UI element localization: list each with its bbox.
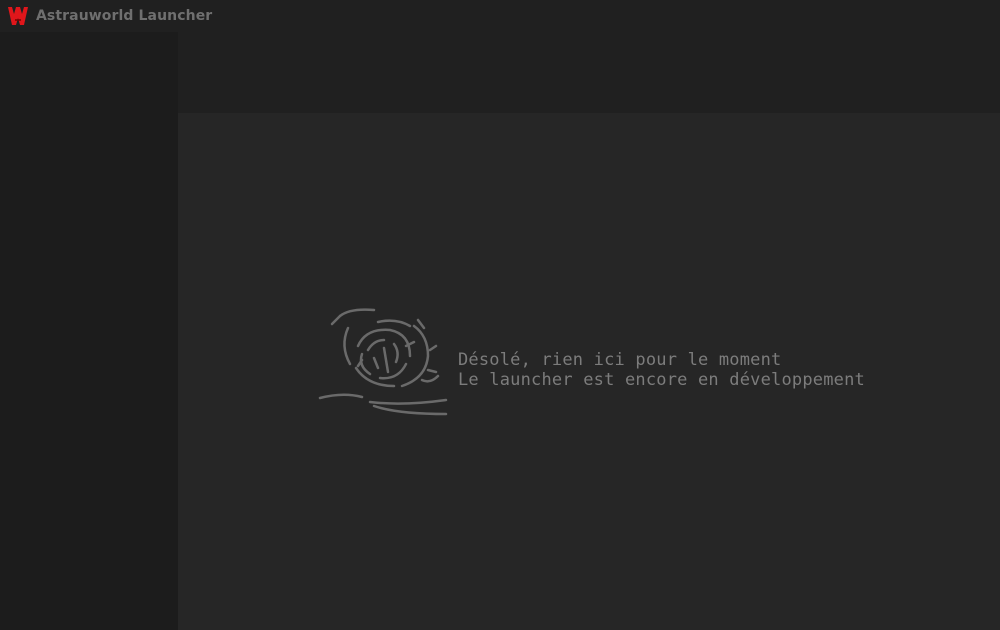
astrauworld-logo-icon xyxy=(6,4,30,28)
title-bar[interactable]: Astrauworld Launcher xyxy=(0,0,1000,32)
top-header-bar xyxy=(178,32,1000,113)
launcher-window: Astrauworld Launcher Désolé, rien ici po… xyxy=(0,0,1000,630)
empty-state-message: Désolé, rien ici pour le moment Le launc… xyxy=(458,350,865,390)
empty-state-line-1: Désolé, rien ici pour le moment xyxy=(458,350,782,370)
empty-state-line-2: Le launcher est encore en développement xyxy=(458,370,865,390)
tumbleweed-icon xyxy=(318,308,448,416)
main-content: Désolé, rien ici pour le moment Le launc… xyxy=(178,113,1000,630)
empty-state: Désolé, rien ici pour le moment Le launc… xyxy=(318,306,865,422)
app-title: Astrauworld Launcher xyxy=(36,8,213,24)
sidebar xyxy=(0,32,178,630)
